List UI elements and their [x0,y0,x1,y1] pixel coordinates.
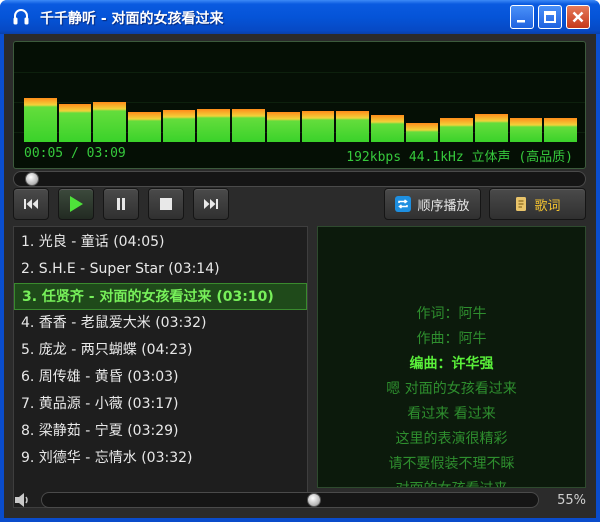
volume-knob[interactable] [307,493,321,507]
spectrum-bar [24,98,57,142]
play-mode-button[interactable]: 顺序播放 [384,188,481,220]
lyric-line: 看过来 看过来 [407,406,496,422]
spectrum-bar [197,109,231,142]
spectrum-bar [58,104,92,142]
spectrum-bar [336,111,369,142]
lyrics-button[interactable]: 歌词 [489,188,586,220]
lyric-line: 请不要假装不理不睬 [388,456,515,472]
playlist-item[interactable]: 4. 香香 - 老鼠爱大米 (03:32) [14,310,307,337]
spectrum-bar [405,123,439,142]
maximize-icon [544,11,556,23]
spectrum-bar [544,118,577,142]
lyric-line: 这里的表演很精彩 [395,431,508,447]
lyric-line: 嗯 对面的女孩看过来 [386,381,517,397]
lyrics-label: 歌词 [534,198,561,214]
minimize-button[interactable] [510,5,534,29]
lyric-line: 对面的女孩看过来 [318,478,585,487]
volume-icon[interactable] [14,492,32,508]
window-title: 千千静听 - 对面的女孩看过来 [40,11,224,27]
playlist-item[interactable]: 8. 梁静茹 - 宁夏 (03:29) [14,418,307,445]
play-button[interactable] [58,188,94,220]
volume-slider[interactable] [41,492,539,508]
spectrum-bar [370,115,404,142]
spectrum-bar [162,110,196,142]
player-body: 00:05 / 03:09 192kbps 44.1kHz 立体声 (高品质) [4,34,596,518]
spectrum-bar [440,118,473,142]
time-readout: 00:05 / 03:09 [24,146,126,161]
previous-icon [24,199,38,209]
next-button[interactable] [193,188,229,220]
stop-button[interactable] [148,188,184,220]
stop-icon [160,198,172,210]
title-bar[interactable]: 千千静听 - 对面的女孩看过来 [0,0,600,34]
scroll-icon [516,197,527,211]
stream-info: 192kbps 44.1kHz 立体声 (高品质) [346,150,573,165]
maximize-button[interactable] [538,5,562,29]
headphones-icon [13,9,29,25]
play-icon [70,196,83,212]
app-window: 千千静听 - 对面的女孩看过来 00:05 / 03:09 192kbps 44… [0,0,600,522]
spectrum-bar [509,118,543,142]
playlist-panel[interactable]: 1. 光良 - 童话 (04:05) 2. S.H.E - Super Star … [13,226,308,508]
spectrum-bar [474,114,508,142]
lyric-line-current: 编曲：许华强 [409,356,494,372]
playlist-item[interactable]: 7. 黄品源 - 小薇 (03:17) [14,391,307,418]
spectrum-bar [232,109,265,142]
spectrum-display: 00:05 / 03:09 192kbps 44.1kHz 立体声 (高品质) [13,41,586,169]
lyric-line: 作曲：阿牛 [416,331,487,347]
playlist-item[interactable]: 9. 刘德华 - 忘情水 (03:32) [14,445,307,472]
playlist-item[interactable]: 5. 庞龙 - 两只蝴蝶 (04:23) [14,337,307,364]
spectrum-bar [93,102,127,142]
minimize-icon [517,20,525,23]
lyric-line: 作词：阿牛 [416,306,487,322]
seek-slider[interactable] [13,171,586,187]
volume-percent: 55% [557,493,586,508]
playlist-item[interactable]: 2. S.H.E - Super Star (03:14) [14,256,307,283]
playlist-item-current[interactable]: 3. 任贤齐 - 对面的女孩看过来 (03:10) [14,283,307,310]
play-mode-label: 顺序播放 [417,198,470,214]
spectrum-bars [24,52,577,142]
repeat-icon [395,196,412,212]
spectrum-bar [266,112,300,142]
seek-knob[interactable] [25,172,39,186]
playlist-item[interactable]: 1. 光良 - 童话 (04:05) [14,229,307,256]
pause-icon [117,198,125,210]
pause-button[interactable] [103,188,139,220]
close-icon [572,11,584,23]
lyrics-panel: 作词：阿牛作曲：阿牛编曲：许华强嗯 对面的女孩看过来 看过来 看过来 这里的表演很精… [317,226,586,488]
previous-button[interactable] [13,188,49,220]
spectrum-bar [128,112,161,142]
close-button[interactable] [566,5,590,29]
next-icon [204,199,218,209]
spectrum-bar [301,111,335,142]
playlist-item[interactable]: 6. 周传雄 - 黄昏 (03:03) [14,364,307,391]
